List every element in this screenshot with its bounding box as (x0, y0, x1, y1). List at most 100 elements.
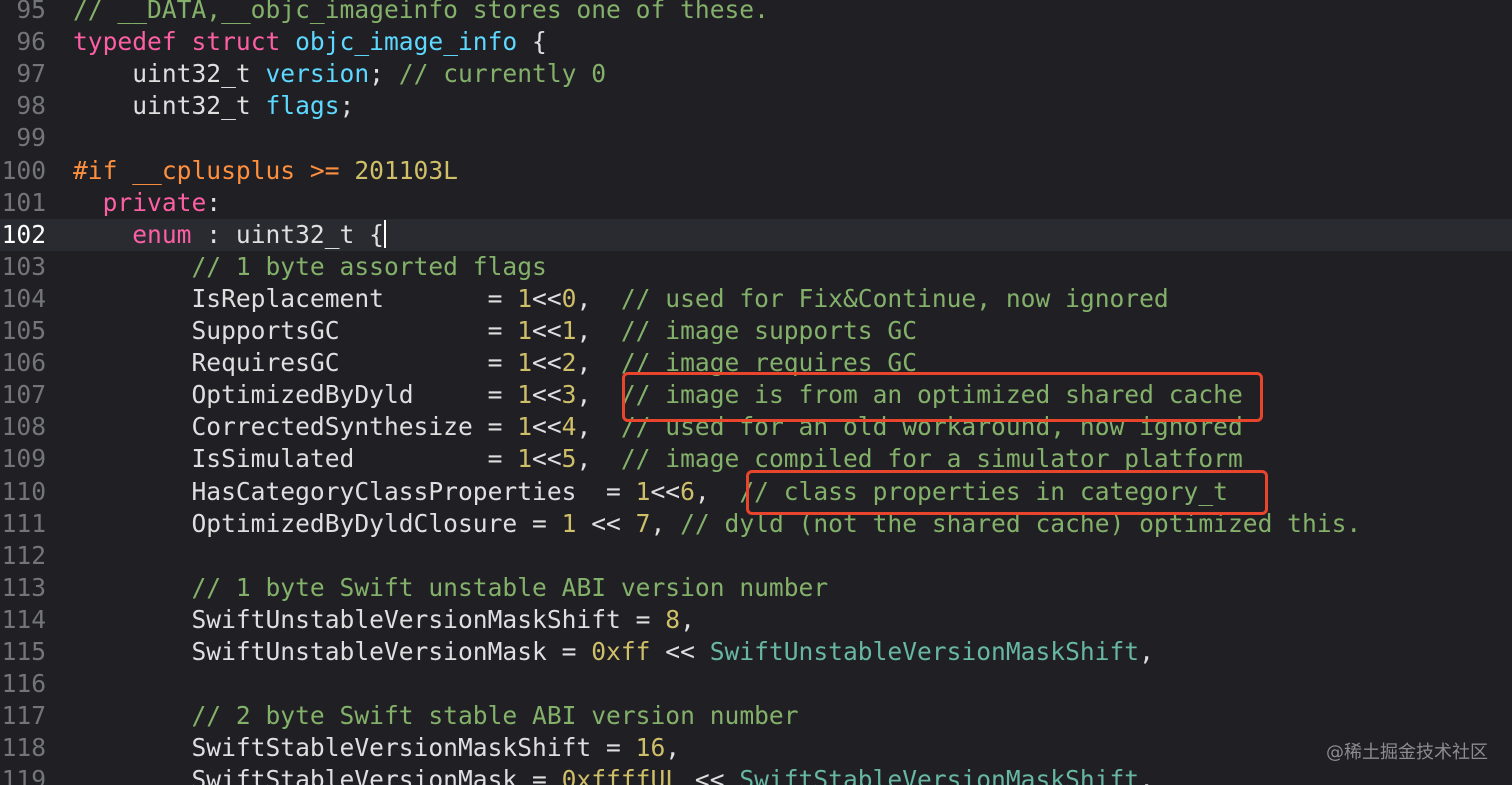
code-token: #if __cplusplus >= (73, 155, 355, 185)
line-number: 97 (16, 59, 46, 89)
code-token: typedef (73, 27, 177, 57)
code-token: IsSimulated = (73, 444, 518, 474)
code-token: // used for Fix&Continue, now ignored (620, 283, 1169, 313)
code-token: , (665, 733, 681, 763)
code-token: << (532, 348, 562, 378)
code-text: SwiftStableVersionMaskShift = 16, (73, 732, 680, 764)
code-token: // 2 byte Swift stable ABI version numbe… (191, 701, 799, 731)
annotation-box-class-properties (746, 470, 1268, 515)
code-line[interactable]: 112 (0, 540, 1512, 572)
code-line[interactable]: 99 (0, 122, 1512, 154)
code-token: 1 (635, 476, 651, 506)
code-token: OptimizedByDyldClosure = (73, 508, 562, 538)
code-text: enum : uint32_t { (73, 219, 384, 251)
code-token: 0xffffUL (561, 765, 681, 785)
code-line[interactable]: 119 SwiftStableVersionMask = 0xffffUL <<… (0, 764, 1512, 785)
line-number: 108 (1, 412, 46, 442)
line-number: 119 (1, 765, 46, 785)
code-line[interactable]: 117 // 2 byte Swift stable ABI version n… (0, 700, 1512, 732)
code-token: CorrectedSynthesize = (73, 412, 518, 442)
code-token: : (206, 187, 222, 217)
code-token: 6 (680, 476, 695, 506)
code-line[interactable]: 103 // 1 byte assorted flags (0, 251, 1512, 283)
code-editor[interactable]: 95 // __DATA,__objc_imageinfo stores one … (0, 0, 1512, 785)
code-token: << (532, 412, 562, 442)
code-token: 201103L (354, 155, 458, 185)
code-token: 0 (561, 283, 577, 313)
code-token: : uint32_t { (191, 219, 384, 249)
code-token: SwiftUnstableVersionMask = (73, 637, 592, 666)
code-token: , (1139, 637, 1154, 666)
code-line[interactable]: 97 uint32_t version; // currently 0 (0, 58, 1512, 90)
code-line[interactable]: 114 SwiftUnstableVersionMaskShift = 8, (0, 604, 1512, 636)
code-token: 1 (517, 412, 533, 442)
line-number: 95 (16, 0, 46, 24)
code-token: << (576, 508, 636, 538)
code-token: 3 (561, 380, 577, 410)
code-token: 8 (665, 604, 681, 634)
code-token: 0xff (591, 637, 651, 666)
code-token: 16 (635, 733, 666, 763)
code-text: // __DATA,__objc_imageinfo stores one of… (73, 0, 769, 26)
line-number: 113 (1, 572, 46, 602)
code-token: 4 (561, 412, 577, 442)
line-number: 110 (1, 476, 46, 506)
code-token: HasCategoryClassProperties = (73, 476, 636, 506)
code-token: 2 (561, 348, 577, 378)
line-number: 109 (1, 444, 46, 474)
code-line[interactable]: 116 (0, 668, 1512, 700)
annotation-box-optimized-shared-cache (622, 372, 1263, 422)
code-token: , (576, 444, 621, 474)
code-token: // __DATA,__objc_imageinfo stores one of… (73, 0, 769, 24)
code-token: SupportsGC = (73, 316, 518, 345)
code-line[interactable]: 118 SwiftStableVersionMaskShift = 16, (0, 732, 1512, 764)
code-token: uint32_t (73, 91, 266, 121)
code-token: << (532, 283, 562, 313)
code-token: << (532, 444, 562, 474)
line-number: 100 (1, 155, 46, 185)
code-token: objc_image_info (295, 27, 518, 57)
watermark: @稀土掘金技术社区 (1326, 742, 1488, 763)
code-text: uint32_t flags; (73, 90, 354, 122)
code-token: , (576, 412, 621, 442)
code-token: , (576, 348, 621, 378)
line-number: 102 (1, 219, 46, 249)
code-line[interactable]: 100 #if __cplusplus >= 201103L (0, 155, 1512, 187)
line-number: 106 (1, 348, 46, 378)
code-token: uint32_t (73, 59, 266, 89)
code-token: 1 (517, 283, 533, 313)
code-text: SupportsGC = 1<<1, // image supports GC (73, 315, 917, 347)
code-token: struct (191, 27, 281, 57)
code-line[interactable]: 115 SwiftUnstableVersionMask = 0xff << S… (0, 636, 1512, 668)
line-number: 111 (1, 508, 46, 538)
line-number: 98 (16, 91, 46, 121)
code-text: // 1 byte Swift unstable ABI version num… (73, 572, 828, 604)
code-line[interactable]: 104 IsReplacement = 1<<0, // used for Fi… (0, 283, 1512, 315)
code-token: , (694, 476, 740, 506)
code-token: << (650, 476, 681, 506)
code-token: // image supports GC (620, 316, 918, 345)
code-token: // 1 byte assorted flags (191, 251, 547, 281)
code-line[interactable]: 102 enum : uint32_t { (0, 218, 1512, 251)
code-line[interactable]: 113 // 1 byte Swift unstable ABI version… (0, 572, 1512, 604)
code-token: ; (339, 91, 355, 121)
code-line[interactable]: 98 uint32_t flags; (0, 90, 1512, 122)
line-number: 107 (1, 380, 46, 410)
line-number: 118 (1, 733, 46, 763)
code-token: 1 (517, 316, 533, 345)
code-line[interactable]: 105 SupportsGC = 1<<1, // image supports… (0, 315, 1512, 347)
line-number: 117 (1, 701, 46, 731)
line-number: 104 (1, 283, 46, 313)
code-line[interactable]: 101 private: (0, 187, 1512, 219)
code-token: 1 (561, 508, 577, 538)
code-token: { (517, 27, 547, 57)
code-text: private: (73, 187, 221, 219)
code-line[interactable]: 95 // __DATA,__objc_imageinfo stores one … (0, 0, 1512, 26)
code-line[interactable]: 96 typedef struct objc_image_info { (0, 26, 1512, 58)
line-number: 105 (1, 316, 46, 345)
code-text: #if __cplusplus >= 201103L (73, 155, 458, 187)
code-token: SwiftStableVersionMaskShift = (73, 733, 636, 763)
